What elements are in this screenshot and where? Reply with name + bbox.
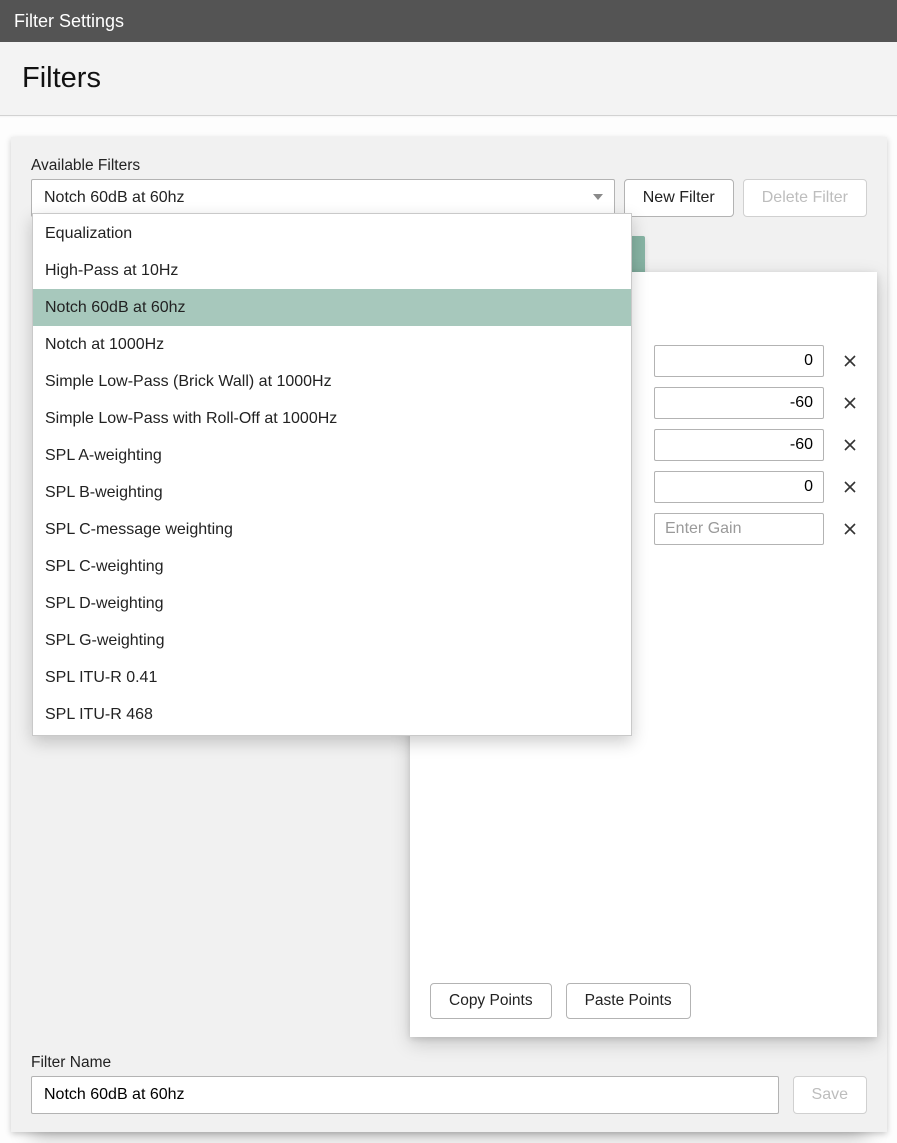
chevron-down-icon — [592, 189, 604, 207]
gain-row — [654, 513, 861, 545]
gain-input[interactable] — [654, 513, 824, 545]
available-filters-combobox[interactable]: Notch 60dB at 60hz — [31, 179, 615, 217]
gain-input[interactable] — [654, 387, 824, 419]
gain-input[interactable] — [654, 471, 824, 503]
gain-input[interactable] — [654, 429, 824, 461]
dropdown-item[interactable]: SPL ITU-R 468 — [33, 696, 631, 733]
dropdown-item[interactable]: SPL D-weighting — [33, 585, 631, 622]
dropdown-item[interactable]: Notch 60dB at 60hz — [33, 289, 631, 326]
delete-row-icon[interactable] — [839, 518, 861, 540]
dropdown-item[interactable]: Simple Low-Pass (Brick Wall) at 1000Hz — [33, 363, 631, 400]
dropdown-item[interactable]: SPL C-message weighting — [33, 511, 631, 548]
dropdown-item[interactable]: SPL A-weighting — [33, 437, 631, 474]
window-titlebar: Filter Settings — [0, 0, 897, 42]
new-filter-button[interactable]: New Filter — [624, 179, 734, 217]
filter-name-label: Filter Name — [31, 1054, 867, 1072]
dropdown-item[interactable]: SPL B-weighting — [33, 474, 631, 511]
dropdown-item[interactable]: SPL C-weighting — [33, 548, 631, 585]
delete-row-icon[interactable] — [839, 350, 861, 372]
page-header: Filters — [0, 42, 897, 116]
delete-row-icon[interactable] — [839, 476, 861, 498]
delete-filter-button[interactable]: Delete Filter — [743, 179, 867, 217]
dropdown-item[interactable]: High-Pass at 10Hz — [33, 252, 631, 289]
dropdown-item[interactable]: SPL ITU-R 0.41 — [33, 659, 631, 696]
available-filters-selected: Notch 60dB at 60hz — [44, 189, 185, 207]
delete-row-icon[interactable] — [839, 434, 861, 456]
available-filters-dropdown-list[interactable]: EqualizationHigh-Pass at 10HzNotch 60dB … — [32, 213, 632, 736]
window-title: Filter Settings — [14, 11, 124, 32]
gain-row — [654, 345, 861, 377]
dropdown-item[interactable]: Notch at 1000Hz — [33, 326, 631, 363]
available-filters-label: Available Filters — [31, 157, 615, 175]
paste-points-button[interactable]: Paste Points — [566, 983, 691, 1019]
gain-row — [654, 387, 861, 419]
dropdown-item[interactable]: SPL G-weighting — [33, 622, 631, 659]
delete-row-icon[interactable] — [839, 392, 861, 414]
copy-points-button[interactable]: Copy Points — [430, 983, 552, 1019]
save-button[interactable]: Save — [793, 1076, 867, 1114]
gain-row — [654, 471, 861, 503]
page-title: Filters — [22, 62, 101, 95]
dropdown-item[interactable]: Simple Low-Pass with Roll-Off at 1000Hz — [33, 400, 631, 437]
filter-name-input[interactable] — [31, 1076, 779, 1114]
gain-input[interactable] — [654, 345, 824, 377]
gain-row — [654, 429, 861, 461]
dropdown-item[interactable]: Equalization — [33, 215, 631, 252]
content-panel: Available Filters Notch 60dB at 60hz New… — [11, 137, 887, 1132]
